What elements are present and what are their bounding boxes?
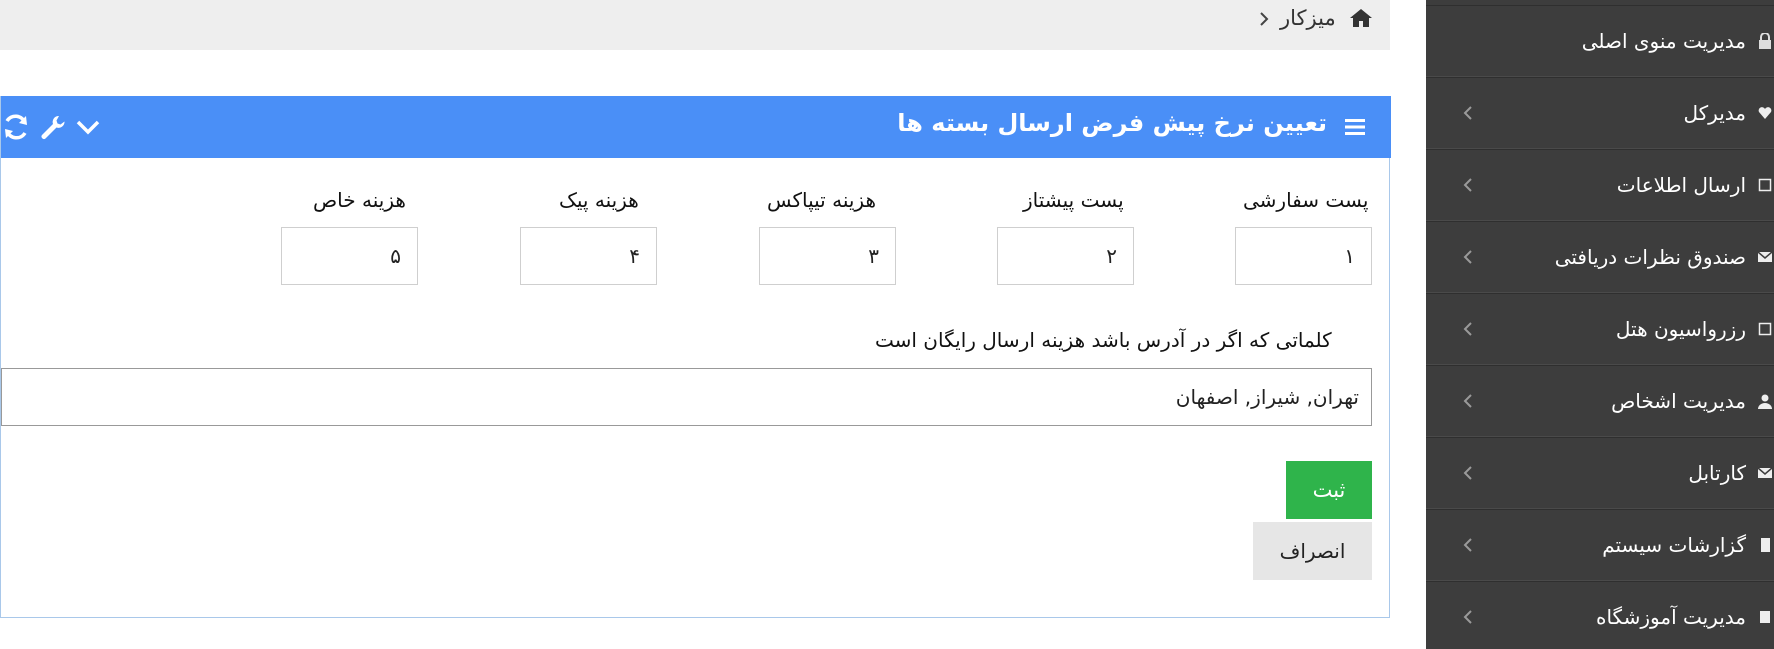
breadcrumb-home-link[interactable]: میزکار [1280,6,1336,30]
sidebar-item-send-info[interactable]: ارسال اطلاعات [1426,149,1774,221]
sidebar-item-label: صندوق نظرات دریافتی [1554,245,1746,269]
free-shipping-words-input[interactable] [1,368,1372,426]
sidebar-item-persons[interactable]: مدیریت اشخاص [1426,365,1774,437]
page: میزکار تعیین نرخ پیش فرض ارسال بسته ها پ… [0,0,1774,649]
chevron-left-icon [1463,538,1472,552]
lock-icon [1759,33,1771,49]
panel-tools [1,112,111,142]
express-post-input[interactable] [997,227,1134,285]
checkbox-icon [1758,322,1772,336]
chevron-left-icon [1463,466,1472,480]
panel-header: تعیین نرخ پیش فرض ارسال بسته ها [1,96,1391,158]
refresh-icon[interactable] [1,112,31,142]
submit-button[interactable]: ثبت [1286,461,1372,519]
courier-cost-input[interactable] [520,227,657,285]
sidebar-item-label: ارسال اطلاعات [1616,173,1746,197]
chevron-down-icon[interactable] [73,112,103,142]
menu-icon [1345,119,1365,135]
sidebar-item-label: گزارشات سیستم [1602,533,1746,557]
chevron-left-icon [1463,250,1472,264]
chevron-left-icon [1463,322,1472,336]
sidebar-item-label: رزرواسیون هتل [1615,317,1746,341]
chevron-left-icon [1463,610,1472,624]
field-label-special-cost: هزینه خاص [313,188,406,212]
book-icon [1760,611,1770,623]
envelope-icon [1758,467,1772,478]
user-icon [1758,394,1772,409]
sidebar-item-label: کارتابل [1688,461,1746,485]
sidebar-item-label: مدیریت اشخاص [1611,389,1746,413]
chevron-left-icon [1463,178,1472,192]
field-label-express-post: پست پیشتاز [1023,188,1124,212]
chevron-right-icon [1260,12,1269,26]
heart-icon [1758,107,1772,119]
sidebar-item-feedback-box[interactable]: صندوق نظرات دریافتی [1426,221,1774,293]
field-label-tipax-cost: هزینه تیپاکس [767,188,877,212]
sidebar-item-main-menu[interactable]: مدیریت منوی اصلی [1426,5,1774,77]
checkbox-icon [1758,178,1772,192]
file-icon [1761,538,1770,552]
wrench-icon[interactable] [37,112,67,142]
field-label-courier-cost: هزینه پیک [559,188,639,212]
registered-post-input[interactable] [1235,227,1372,285]
panel-title: تعیین نرخ پیش فرض ارسال بسته ها [897,109,1327,137]
sidebar-item-cartable[interactable]: کارتابل [1426,437,1774,509]
sidebar: مدیریت منوی اصلی مدیرکل ارسال اطلاعات صن… [1426,0,1774,649]
envelope-icon [1758,251,1772,262]
field-label-registered-post: پست سفارشی [1243,188,1369,212]
chevron-left-icon [1463,106,1472,120]
sidebar-item-label: مدیریت منوی اصلی [1581,29,1746,53]
chevron-left-icon [1463,394,1472,408]
tipax-cost-input[interactable] [759,227,896,285]
sidebar-item-hotel-reservation[interactable]: رزرواسیون هتل [1426,293,1774,365]
sidebar-item-label: مدیرکل [1683,101,1746,125]
sidebar-item-admin[interactable]: مدیرکل [1426,77,1774,149]
home-icon[interactable] [1349,7,1373,29]
shipping-rate-panel: تعیین نرخ پیش فرض ارسال بسته ها پست سفار… [0,96,1391,618]
free-shipping-words-label: کلماتی که اگر در آدرس باشد هزینه ارسال ر… [875,328,1332,352]
special-cost-input[interactable] [281,227,418,285]
cancel-button[interactable]: انصراف [1253,522,1372,580]
sidebar-item-system-reports[interactable]: گزارشات سیستم [1426,509,1774,581]
breadcrumb: میزکار [0,0,1390,50]
sidebar-item-label: مدیریت آموزشگاه [1595,605,1746,629]
sidebar-item-school[interactable]: مدیریت آموزشگاه [1426,581,1774,649]
